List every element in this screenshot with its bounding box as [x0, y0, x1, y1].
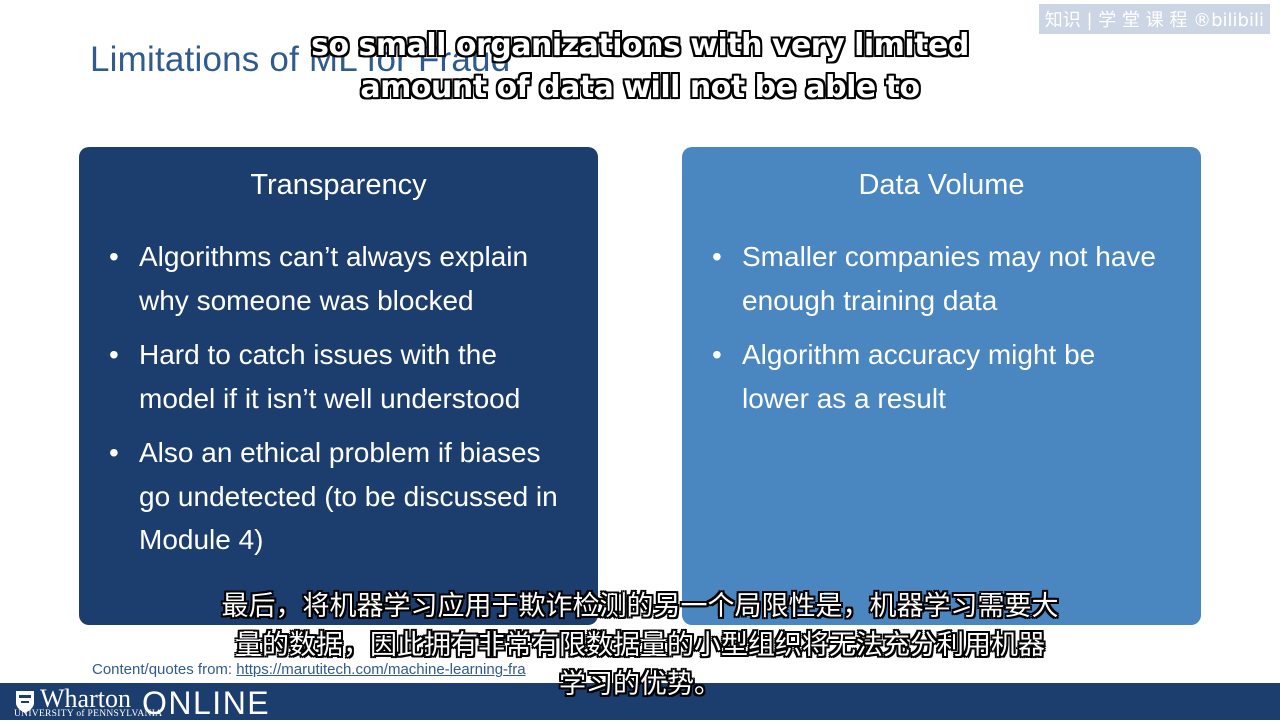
bullet-text: Smaller companies may not have enough tr… — [742, 241, 1156, 316]
bullet-list-data-volume: • Smaller companies may not have enough t… — [682, 235, 1162, 431]
bullet-item: • Smaller companies may not have enough t… — [682, 235, 1162, 322]
brand-university: UNIVERSITY of PENNSYLVANIA — [14, 709, 163, 719]
subtitle-chinese-line2: 量的数据，因此拥有非常有限数据量的小型组织将无法充分利用机器 — [235, 630, 1045, 661]
bullet-text: Also an ethical problem if biases go und… — [139, 437, 558, 555]
subtitle-chinese-line3: 学习的优势。 — [559, 669, 721, 700]
bullet-text: Algorithms can’t always explain why some… — [139, 241, 529, 316]
bullet-item: • Algorithms can’t always explain why som… — [79, 235, 579, 322]
subtitle-chinese-line1: 最后，将机器学习应用于欺诈检测的另一个局限性是，机器学习需要大 — [221, 591, 1059, 622]
bullet-text: Algorithm accuracy might be lower as a r… — [742, 339, 1096, 414]
bullet-text: Hard to catch issues with the model if i… — [139, 339, 521, 414]
panel-data-volume: Data Volume • Smaller companies may not h… — [682, 147, 1201, 625]
bullet-item: • Algorithm accuracy might be lower as a … — [682, 333, 1162, 420]
bullet-item: • Hard to catch issues with the model if … — [79, 333, 579, 420]
bullet-icon: • — [712, 241, 722, 272]
bullet-icon: • — [109, 437, 119, 468]
bullet-list-transparency: • Algorithms can’t always explain why som… — [79, 235, 579, 573]
bullet-item: • Also an ethical problem if biases go un… — [79, 431, 579, 562]
bullet-icon: • — [109, 241, 119, 272]
bullet-icon: • — [109, 339, 119, 370]
subtitle-english-line2: amount of data will not be able to — [360, 70, 920, 105]
panel-transparency: Transparency • Algorithms can’t always ex… — [79, 147, 598, 625]
bullet-icon: • — [712, 339, 722, 370]
panel-heading-data-volume: Data Volume — [858, 169, 1025, 201]
subtitle-english-line1: so small organizations with very limited — [311, 28, 969, 63]
panel-heading-transparency: Transparency — [250, 169, 427, 201]
